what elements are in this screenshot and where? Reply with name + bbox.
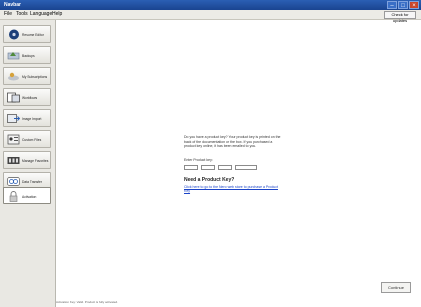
files-icon xyxy=(7,134,20,145)
status-bar: Activation Key: Valid. Product is fully … xyxy=(56,298,421,307)
menu-language[interactable]: Language xyxy=(30,10,52,19)
import-icon xyxy=(7,113,20,124)
sidebar-item-label: Manage Favorites xyxy=(22,159,49,163)
backup-icon xyxy=(7,50,20,61)
sidebar-item-label: Workflows xyxy=(22,96,38,100)
check-updates-button[interactable]: Check for updates xyxy=(384,11,416,23)
buy-key-link[interactable]: Click here to go to the Nero web store t… xyxy=(184,185,284,193)
sidebar-item-label: Custom Files xyxy=(22,138,42,142)
sidebar-item-image-import[interactable]: Image Import xyxy=(3,109,51,127)
sidebar-item-label: My Subscriptions xyxy=(22,75,48,79)
sidebar-item-resume-editor[interactable]: Resume Editor xyxy=(3,25,51,43)
window-controls: – □ × xyxy=(387,1,419,9)
disc-icon xyxy=(7,29,20,40)
title-bar: Navbar – □ × xyxy=(0,0,421,10)
need-key-heading: Need a Product Key? xyxy=(184,176,235,183)
sidebar-item-backups[interactable]: Backups xyxy=(3,46,51,64)
activation-panel-area: Do you have a product key? Your product … xyxy=(56,20,421,307)
subscriptions-icon xyxy=(7,71,20,82)
sidebar-item-custom-files[interactable]: Custom Files xyxy=(3,130,51,148)
product-key-field-2[interactable] xyxy=(201,164,215,170)
sidebar-item-label: Activation xyxy=(22,195,37,199)
sidebar-item-label: Backups xyxy=(22,54,35,58)
sidebar-item-workflows[interactable]: Workflows xyxy=(3,88,51,106)
activation-description: Do you have a product key? Your product … xyxy=(184,135,281,148)
sidebar-item-label: Resume Editor xyxy=(22,33,44,37)
continue-button[interactable]: Continue xyxy=(381,282,411,293)
menu-bar: File Tools Language Help Check for updat… xyxy=(0,10,421,23)
lock-icon xyxy=(7,191,20,202)
product-key-field-1[interactable] xyxy=(184,164,198,170)
sidebar-item-activation[interactable]: Activation xyxy=(3,187,51,204)
close-button[interactable]: × xyxy=(409,1,419,9)
workflow-icon xyxy=(7,92,20,103)
favorites-icon xyxy=(7,155,20,166)
status-text: Activation Key: Valid. Product is fully … xyxy=(56,300,118,304)
minimize-button[interactable]: – xyxy=(387,1,397,9)
product-key-field-3[interactable] xyxy=(218,164,232,170)
product-key-field-4[interactable] xyxy=(235,164,257,170)
menu-help[interactable]: Help xyxy=(52,10,62,19)
window-title: Navbar xyxy=(4,2,21,8)
menu-tools[interactable]: Tools xyxy=(16,10,28,19)
enter-key-label: Enter Product key: xyxy=(184,157,213,162)
sidebar-item-manage-favorites[interactable]: Manage Favorites xyxy=(3,151,51,169)
menu-file[interactable]: File xyxy=(4,10,12,19)
activation-panel: Do you have a product key? Your product … xyxy=(184,135,284,193)
sidebar-item-label: Image Import xyxy=(22,117,42,121)
transfer-icon xyxy=(7,176,20,187)
sidebar-item-subscriptions[interactable]: My Subscriptions xyxy=(3,67,51,85)
maximize-button[interactable]: □ xyxy=(398,1,408,9)
product-key-fields xyxy=(184,164,284,170)
sidebar: Resume Editor Backups My Subscriptions W… xyxy=(0,20,56,307)
